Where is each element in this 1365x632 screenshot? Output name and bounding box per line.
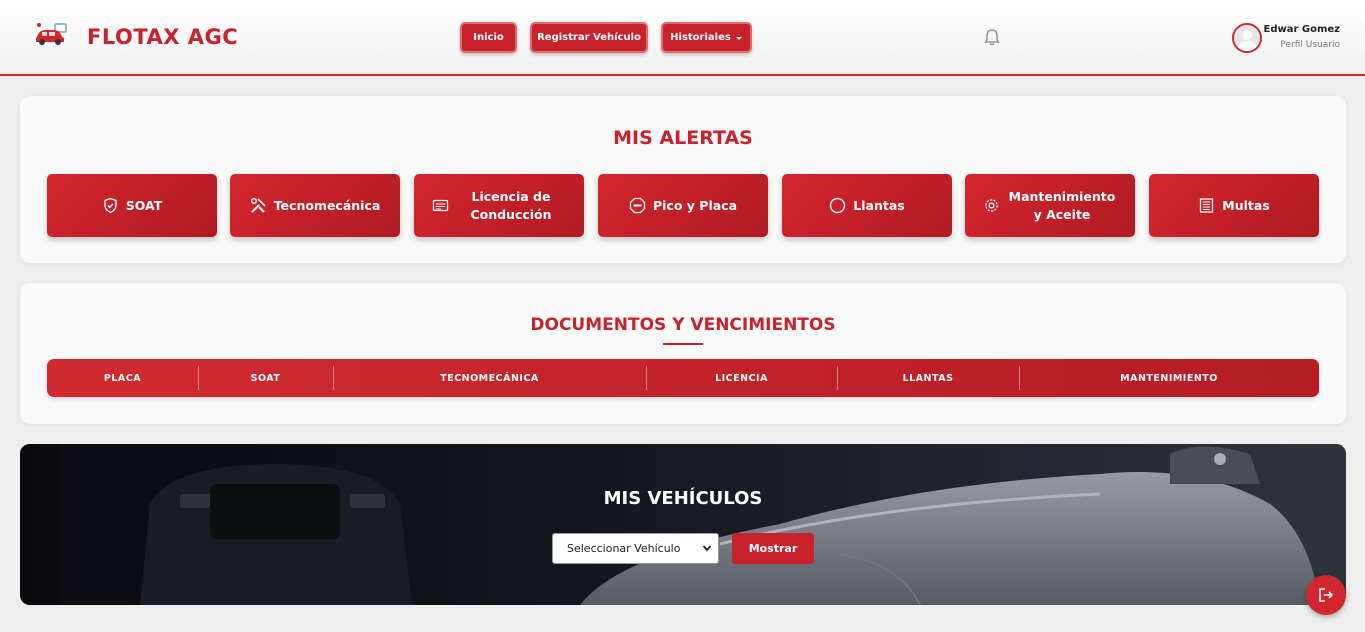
circle-icon: [829, 197, 846, 214]
user-avatar-icon[interactable]: [1232, 23, 1262, 53]
user-name[interactable]: Edwar Gomez: [1264, 24, 1341, 35]
bell-icon[interactable]: [982, 27, 1002, 47]
alert-licencia-label: Licencia de Conducción: [470, 188, 552, 222]
vehicle-select[interactable]: Seleccionar Vehículo: [552, 533, 719, 564]
column-licencia[interactable]: LICENCIA: [646, 359, 837, 397]
column-placa[interactable]: PLACA: [47, 359, 198, 397]
gear-icon: [983, 197, 1000, 214]
vehicles-section: MIS VEHÍCULOS Seleccionar Vehículo Mostr…: [20, 444, 1346, 605]
show-vehicle-label: Mostrar: [748, 542, 798, 555]
stop-sign-icon: [629, 197, 646, 214]
vehicles-title: MIS VEHÍCULOS: [603, 488, 763, 509]
tools-icon: [250, 197, 267, 214]
alert-pico-placa-button[interactable]: Pico y Placa: [598, 174, 768, 237]
nav-register-label: Registrar Vehículo: [537, 32, 641, 43]
brand-name[interactable]: FLOTAX AGC: [87, 25, 238, 49]
alert-mantenimiento-button[interactable]: Mantenimiento y Aceite: [965, 174, 1135, 237]
logout-icon: [1319, 588, 1334, 602]
alert-tecnomecanica-label: Tecnomecánica: [273, 197, 381, 213]
alert-pico-placa-label: Pico y Placa: [652, 197, 738, 213]
documents-table-header: PLACA SOAT TECNOMECÁNICA LICENCIA LLANTA…: [47, 359, 1319, 397]
nav-history-label: Historiales: [670, 32, 731, 43]
car-background-image: [20, 444, 1346, 605]
chevron-down-icon: [702, 545, 712, 552]
column-llantas[interactable]: LLANTAS: [837, 359, 1019, 397]
alert-multas-label: Multas: [1222, 197, 1270, 213]
alert-licencia-button[interactable]: Licencia de Conducción: [414, 174, 584, 237]
logout-button[interactable]: [1306, 575, 1346, 615]
receipt-icon: [1198, 197, 1215, 214]
column-tecnomecanica[interactable]: TECNOMECÁNICA: [333, 359, 646, 397]
documents-title: DOCUMENTOS Y VENCIMIENTOS: [530, 315, 836, 335]
nav-home-label: Inicio: [473, 32, 504, 43]
vehicle-select-value: Seleccionar Vehículo: [567, 542, 681, 555]
alert-llantas-label: Llantas: [853, 197, 905, 213]
user-profile-link[interactable]: Perfil Usuario: [1280, 40, 1340, 50]
car-logo-icon[interactable]: [34, 20, 70, 48]
nav-history-dropdown[interactable]: Historiales: [661, 22, 752, 53]
shield-check-icon: [102, 197, 119, 214]
alert-soat-button[interactable]: SOAT: [47, 174, 217, 237]
caret-down-icon: [735, 36, 742, 40]
alert-multas-button[interactable]: Multas: [1149, 174, 1319, 237]
alerts-card: MIS ALERTAS SOAT Tecnomecánica Licencia …: [20, 96, 1346, 263]
alert-mantenimiento-label: Mantenimiento y Aceite: [1008, 188, 1116, 222]
alerts-title: MIS ALERTAS: [613, 127, 753, 149]
alert-soat-label: SOAT: [125, 197, 163, 213]
documents-card: DOCUMENTOS Y VENCIMIENTOS PLACA SOAT TEC…: [20, 283, 1346, 424]
id-card-icon: [432, 197, 449, 214]
column-mantenimiento[interactable]: MANTENIMIENTO: [1019, 359, 1319, 397]
column-soat[interactable]: SOAT: [198, 359, 333, 397]
show-vehicle-button[interactable]: Mostrar: [732, 533, 814, 564]
top-header: FLOTAX AGC Inicio Registrar Vehículo His…: [0, 0, 1365, 76]
alert-llantas-button[interactable]: Llantas: [782, 174, 952, 237]
alert-tecnomecanica-button[interactable]: Tecnomecánica: [230, 174, 400, 237]
nav-register-vehicle-button[interactable]: Registrar Vehículo: [530, 22, 648, 53]
nav-home-button[interactable]: Inicio: [460, 22, 517, 53]
title-underline: [663, 343, 703, 345]
